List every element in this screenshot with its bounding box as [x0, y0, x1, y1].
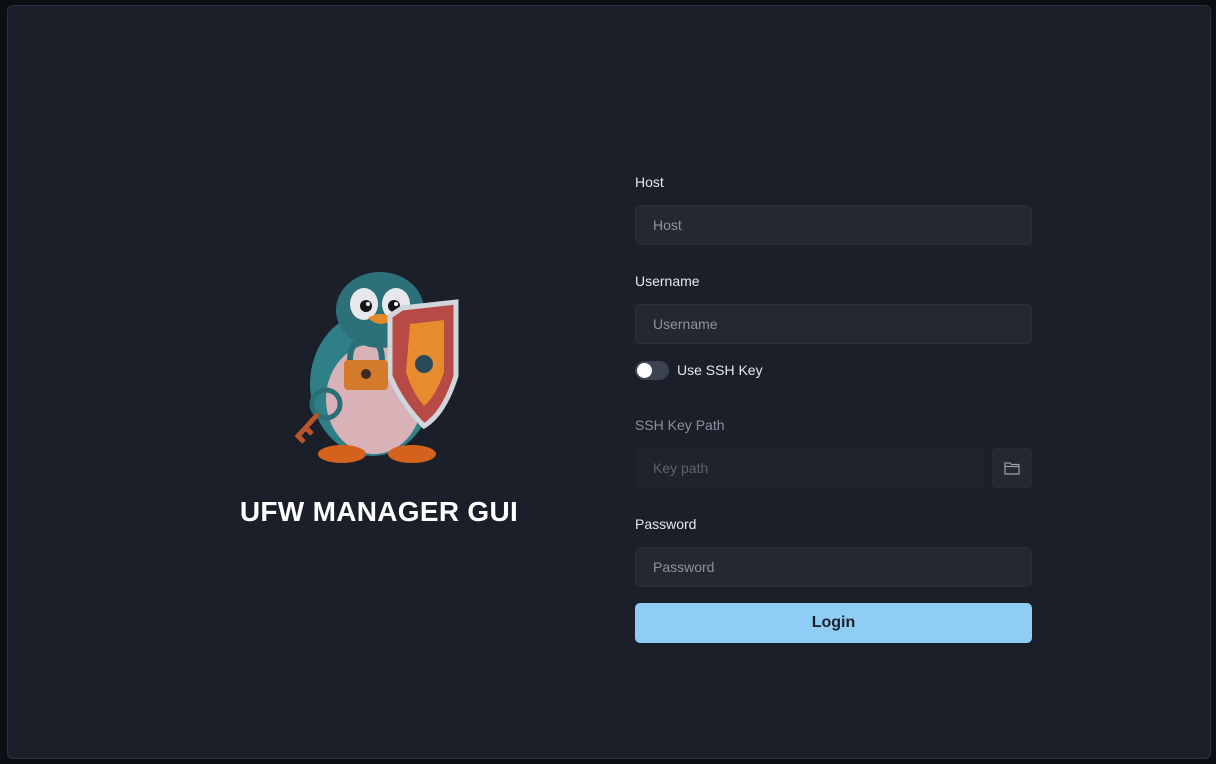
- app-window: UFW MANAGER GUI Host Username Use SSH Ke…: [7, 5, 1211, 759]
- username-input[interactable]: [635, 304, 1032, 344]
- app-title: UFW MANAGER GUI: [239, 496, 519, 527]
- folder-icon: [1004, 462, 1020, 475]
- password-input[interactable]: [635, 547, 1032, 587]
- login-form: Host Username Use SSH Key SSH Key Path: [635, 172, 1033, 643]
- ssh-key-toggle[interactable]: [635, 360, 669, 380]
- toggle-knob: [637, 362, 652, 378]
- ssh-key-path-group: SSH Key Path: [635, 415, 1033, 488]
- browse-key-button[interactable]: [992, 448, 1032, 488]
- password-group: Password: [635, 514, 1033, 587]
- host-label: Host: [635, 174, 664, 190]
- ssh-key-path-input[interactable]: [635, 448, 984, 488]
- username-group: Username: [635, 271, 1033, 344]
- brand-panel: UFW MANAGER GUI: [224, 264, 534, 544]
- password-label: Password: [635, 516, 697, 532]
- username-label: Username: [635, 273, 700, 289]
- ssh-key-toggle-row: Use SSH Key: [635, 360, 1033, 380]
- ssh-key-toggle-label: Use SSH Key: [677, 362, 763, 378]
- host-input[interactable]: [635, 205, 1032, 245]
- login-button[interactable]: Login: [635, 603, 1032, 643]
- ssh-key-path-label: SSH Key Path: [635, 417, 725, 433]
- ssh-key-path-row: [635, 448, 1033, 488]
- penguin-shield-logo: [294, 272, 459, 463]
- host-group: Host: [635, 172, 1033, 245]
